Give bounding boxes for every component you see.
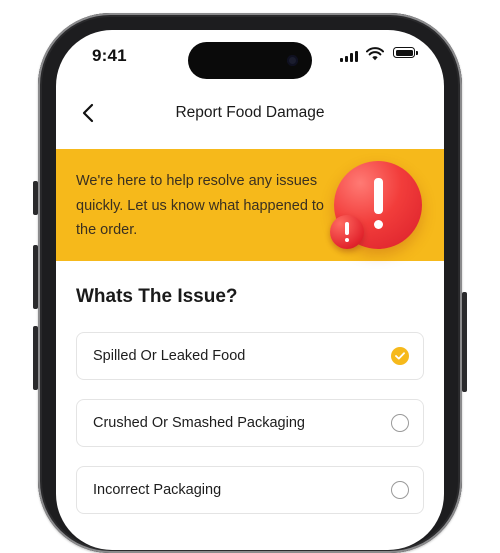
- option-label: Crushed Or Smashed Packaging: [93, 415, 305, 431]
- radio-unchecked-icon[interactable]: [391, 414, 409, 432]
- option-incorrect-packaging[interactable]: Incorrect Packaging: [76, 466, 424, 514]
- alert-small-icon: [330, 215, 364, 249]
- option-label: Incorrect Packaging: [93, 482, 222, 498]
- checkmark-icon: [395, 352, 405, 360]
- info-banner: We're here to help resolve any issues qu…: [56, 149, 444, 261]
- status-time: 9:41: [92, 46, 127, 65]
- option-label: Spilled Or Leaked Food: [93, 348, 246, 364]
- volume-up-button: [33, 245, 38, 309]
- option-spilled-leaked[interactable]: Spilled Or Leaked Food: [76, 332, 424, 380]
- radio-checked-icon[interactable]: [391, 347, 409, 365]
- phone-screen: 9:41 Report Food Damage We're here to he…: [56, 30, 444, 550]
- page-title: Report Food Damage: [175, 104, 325, 121]
- option-crushed-smashed[interactable]: Crushed Or Smashed Packaging: [76, 399, 424, 447]
- dynamic-island: [188, 42, 312, 79]
- section-title: Whats The Issue?: [76, 286, 238, 307]
- power-button: [462, 292, 467, 392]
- volume-down-button: [33, 326, 38, 390]
- signal-icon: [340, 50, 360, 62]
- front-camera-icon: [287, 55, 298, 66]
- radio-unchecked-icon[interactable]: [391, 481, 409, 499]
- battery-icon: [393, 47, 418, 58]
- mute-switch: [33, 181, 38, 215]
- wifi-icon: [366, 47, 384, 61]
- banner-message: We're here to help resolve any issues qu…: [76, 173, 325, 238]
